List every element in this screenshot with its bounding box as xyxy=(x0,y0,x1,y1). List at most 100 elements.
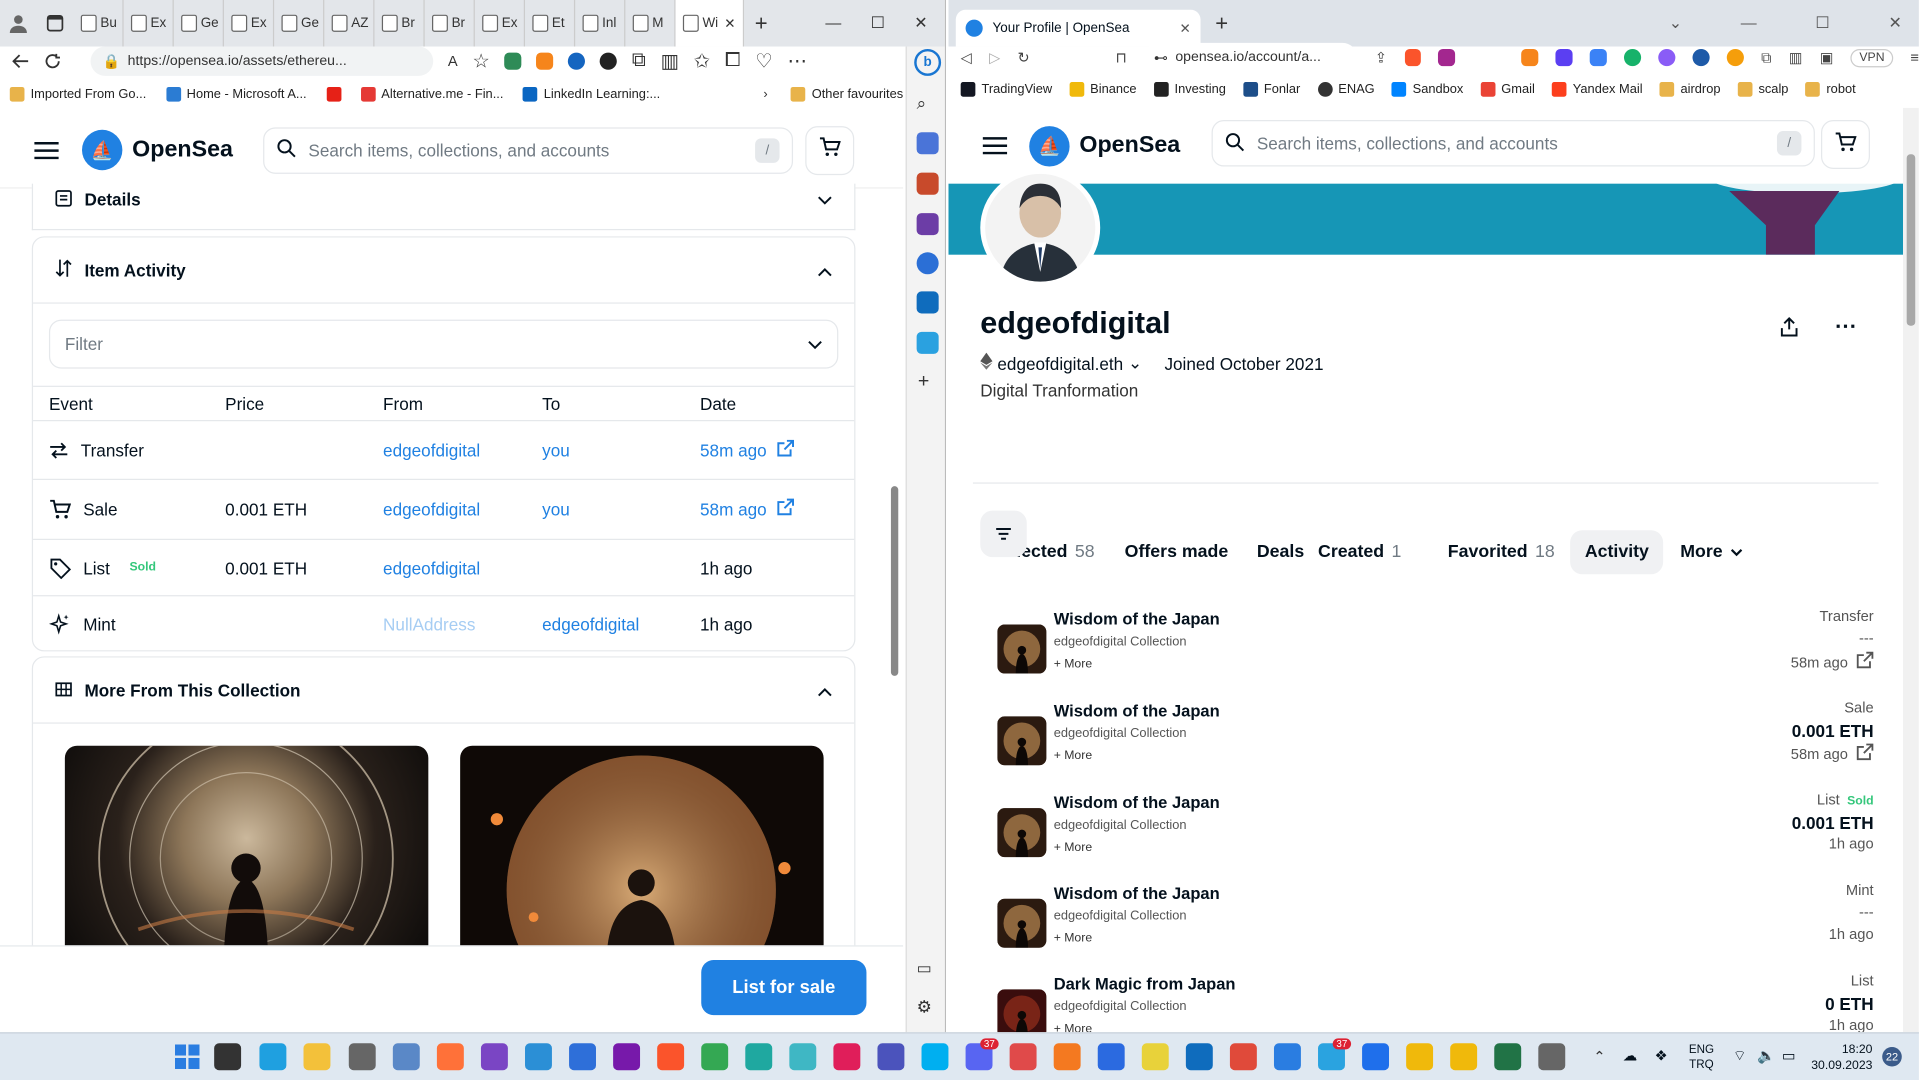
search-icon[interactable]: ⌕ xyxy=(917,93,927,114)
bookmark-item[interactable]: TradingView xyxy=(960,82,1052,97)
nft-card-image[interactable] xyxy=(64,745,429,952)
wallet-icon[interactable]: ▣ xyxy=(1820,49,1834,66)
opensea-logo[interactable]: ⛵ OpenSea xyxy=(81,129,233,171)
bookmark-folder[interactable]: airdrop xyxy=(1659,82,1721,97)
close-window-button[interactable]: ✕ xyxy=(914,13,927,33)
wifi-icon[interactable]: ⌔ xyxy=(1733,1047,1747,1065)
favorites-icon[interactable]: ✩ xyxy=(694,49,710,73)
favorite-item[interactable]: Alternative.me - Fin... xyxy=(360,86,503,102)
from-link[interactable]: NullAddress xyxy=(383,614,475,634)
brave-icon[interactable] xyxy=(657,1043,685,1071)
extension-icon[interactable] xyxy=(1692,48,1710,67)
scrollbar-thumb[interactable] xyxy=(1906,154,1916,326)
close-window-button[interactable]: ✕ xyxy=(1888,13,1901,33)
to-link[interactable]: you xyxy=(542,500,570,520)
brave-rewards-icon[interactable] xyxy=(1438,48,1456,67)
collection-name[interactable]: edgeofdigital Collection xyxy=(1054,999,1187,1014)
close-tab-icon[interactable]: ✕ xyxy=(724,15,743,32)
minimize-button[interactable]: — xyxy=(1741,13,1757,33)
skype-icon[interactable] xyxy=(921,1043,949,1071)
bookmark-item[interactable]: Gmail xyxy=(1480,82,1535,97)
address-bar[interactable]: ⊷ opensea.io/account/a... xyxy=(1144,42,1358,73)
forward-icon[interactable]: ▷ xyxy=(989,49,1000,66)
video-editor-icon[interactable] xyxy=(480,1043,508,1071)
more-link[interactable]: + More xyxy=(1054,1022,1092,1032)
nft-thumbnail[interactable] xyxy=(997,808,1047,858)
extension-printer-icon[interactable] xyxy=(504,52,522,70)
metamask-icon[interactable] xyxy=(536,52,554,70)
search-input[interactable]: Search items, collections, and accounts … xyxy=(1211,120,1815,167)
more-from-collection-header[interactable]: More From This Collection xyxy=(33,658,855,724)
activity-item[interactable]: Dark Magic from Japan edgeofdigital Colle… xyxy=(993,972,1874,1033)
q-app-icon[interactable] xyxy=(1009,1043,1037,1071)
volume-icon[interactable]: 🔈 xyxy=(1757,1047,1775,1064)
binance-icon[interactable] xyxy=(1406,1043,1434,1071)
word-app-icon[interactable] xyxy=(1097,1043,1125,1071)
browser-tab[interactable]: Wi ✕ xyxy=(675,0,745,47)
collection-name[interactable]: edgeofdigital Collection xyxy=(1054,726,1187,741)
sticky-notes-icon[interactable] xyxy=(1141,1043,1169,1071)
extension-icon[interactable] xyxy=(1726,48,1745,67)
hamburger-menu-icon[interactable] xyxy=(982,136,1008,156)
to-link[interactable]: you xyxy=(542,440,570,460)
maximize-button[interactable]: ☐ xyxy=(1815,13,1829,33)
favorite-star-icon[interactable]: ☆ xyxy=(472,49,490,73)
cart-button[interactable] xyxy=(805,125,855,175)
notepad-icon[interactable] xyxy=(569,1043,596,1071)
sidebar-m365-icon[interactable] xyxy=(916,252,939,275)
calendar-icon[interactable] xyxy=(1273,1043,1301,1071)
back-icon[interactable] xyxy=(12,53,29,70)
extensions-icon[interactable]: ⧉ xyxy=(1761,48,1771,66)
excel-icon[interactable] xyxy=(1494,1043,1522,1071)
nft-thumbnail[interactable] xyxy=(997,716,1047,766)
snipping-tool-icon[interactable] xyxy=(392,1043,420,1071)
browser-tab[interactable]: Bu xyxy=(73,0,124,47)
more-link[interactable]: + More xyxy=(1054,658,1092,671)
outlook-icon[interactable] xyxy=(1185,1043,1213,1071)
scrollbar[interactable] xyxy=(890,113,900,1033)
start-icon[interactable] xyxy=(174,1043,201,1070)
nft-name[interactable]: Wisdom of the Japan xyxy=(1054,702,1220,720)
bookmark-folder[interactable]: scalp xyxy=(1737,82,1788,97)
filter-select[interactable]: Filter xyxy=(48,319,839,369)
address-bar[interactable]: 🔒 https://opensea.io/assets/ethereu... xyxy=(90,46,434,76)
filter-button[interactable] xyxy=(980,510,1027,558)
tab-activity[interactable]: Activity xyxy=(1570,530,1664,575)
hamburger-menu-icon[interactable] xyxy=(34,140,59,160)
onedrive-icon[interactable]: ☁ xyxy=(1623,1047,1638,1064)
tab-offers-made[interactable]: Offers made xyxy=(1110,530,1243,574)
clipchamp-icon[interactable] xyxy=(789,1043,817,1071)
favorite-item[interactable]: LinkedIn Learning:... xyxy=(522,86,660,102)
menu-icon[interactable]: ≡ xyxy=(1910,49,1919,66)
maximize-button[interactable]: ☐ xyxy=(871,13,885,33)
external-link-icon[interactable] xyxy=(776,439,795,461)
activity-item[interactable]: Wisdom of the Japan edgeofdigital Collect… xyxy=(993,791,1874,879)
extension-icon[interactable] xyxy=(568,52,586,70)
bing-copilot-icon[interactable]: b xyxy=(914,48,942,76)
bookmark-item[interactable]: Sandbox xyxy=(1391,82,1463,97)
more-link[interactable]: + More xyxy=(1054,749,1092,762)
onenote-icon[interactable] xyxy=(613,1043,641,1071)
language-indicator[interactable]: ENG TRQ xyxy=(1689,1043,1714,1072)
xmind-icon[interactable] xyxy=(1229,1043,1257,1071)
scrollbar[interactable] xyxy=(1903,107,1919,1033)
share-icon[interactable]: ⇪ xyxy=(1375,49,1387,66)
new-tab-button[interactable]: + xyxy=(744,0,778,47)
back-icon[interactable]: ◁ xyxy=(961,49,972,66)
scrollbar-thumb[interactable] xyxy=(890,486,899,676)
avatar[interactable] xyxy=(980,168,1101,287)
collection-name[interactable]: edgeofdigital Collection xyxy=(1054,909,1187,924)
extension-icon[interactable] xyxy=(1658,48,1676,67)
nft-name[interactable]: Wisdom of the Japan xyxy=(1054,884,1220,902)
favorite-item[interactable]: Home - Microsoft A... xyxy=(165,86,307,102)
cart-button[interactable] xyxy=(1821,120,1870,169)
search-input[interactable]: Search items, collections, and accounts … xyxy=(263,126,794,174)
bookmark-item[interactable]: Investing xyxy=(1153,82,1226,97)
date-cell[interactable]: 58m ago xyxy=(700,498,795,520)
bookmark-item[interactable]: Fonlar xyxy=(1243,82,1300,97)
time-value[interactable]: 58m ago xyxy=(1791,743,1874,765)
bookmark-icon[interactable]: ⊓ xyxy=(1116,49,1127,66)
chrome-icon[interactable] xyxy=(701,1043,729,1071)
vpn-button[interactable]: VPN xyxy=(1850,48,1894,67)
edge-icon[interactable] xyxy=(745,1043,773,1071)
